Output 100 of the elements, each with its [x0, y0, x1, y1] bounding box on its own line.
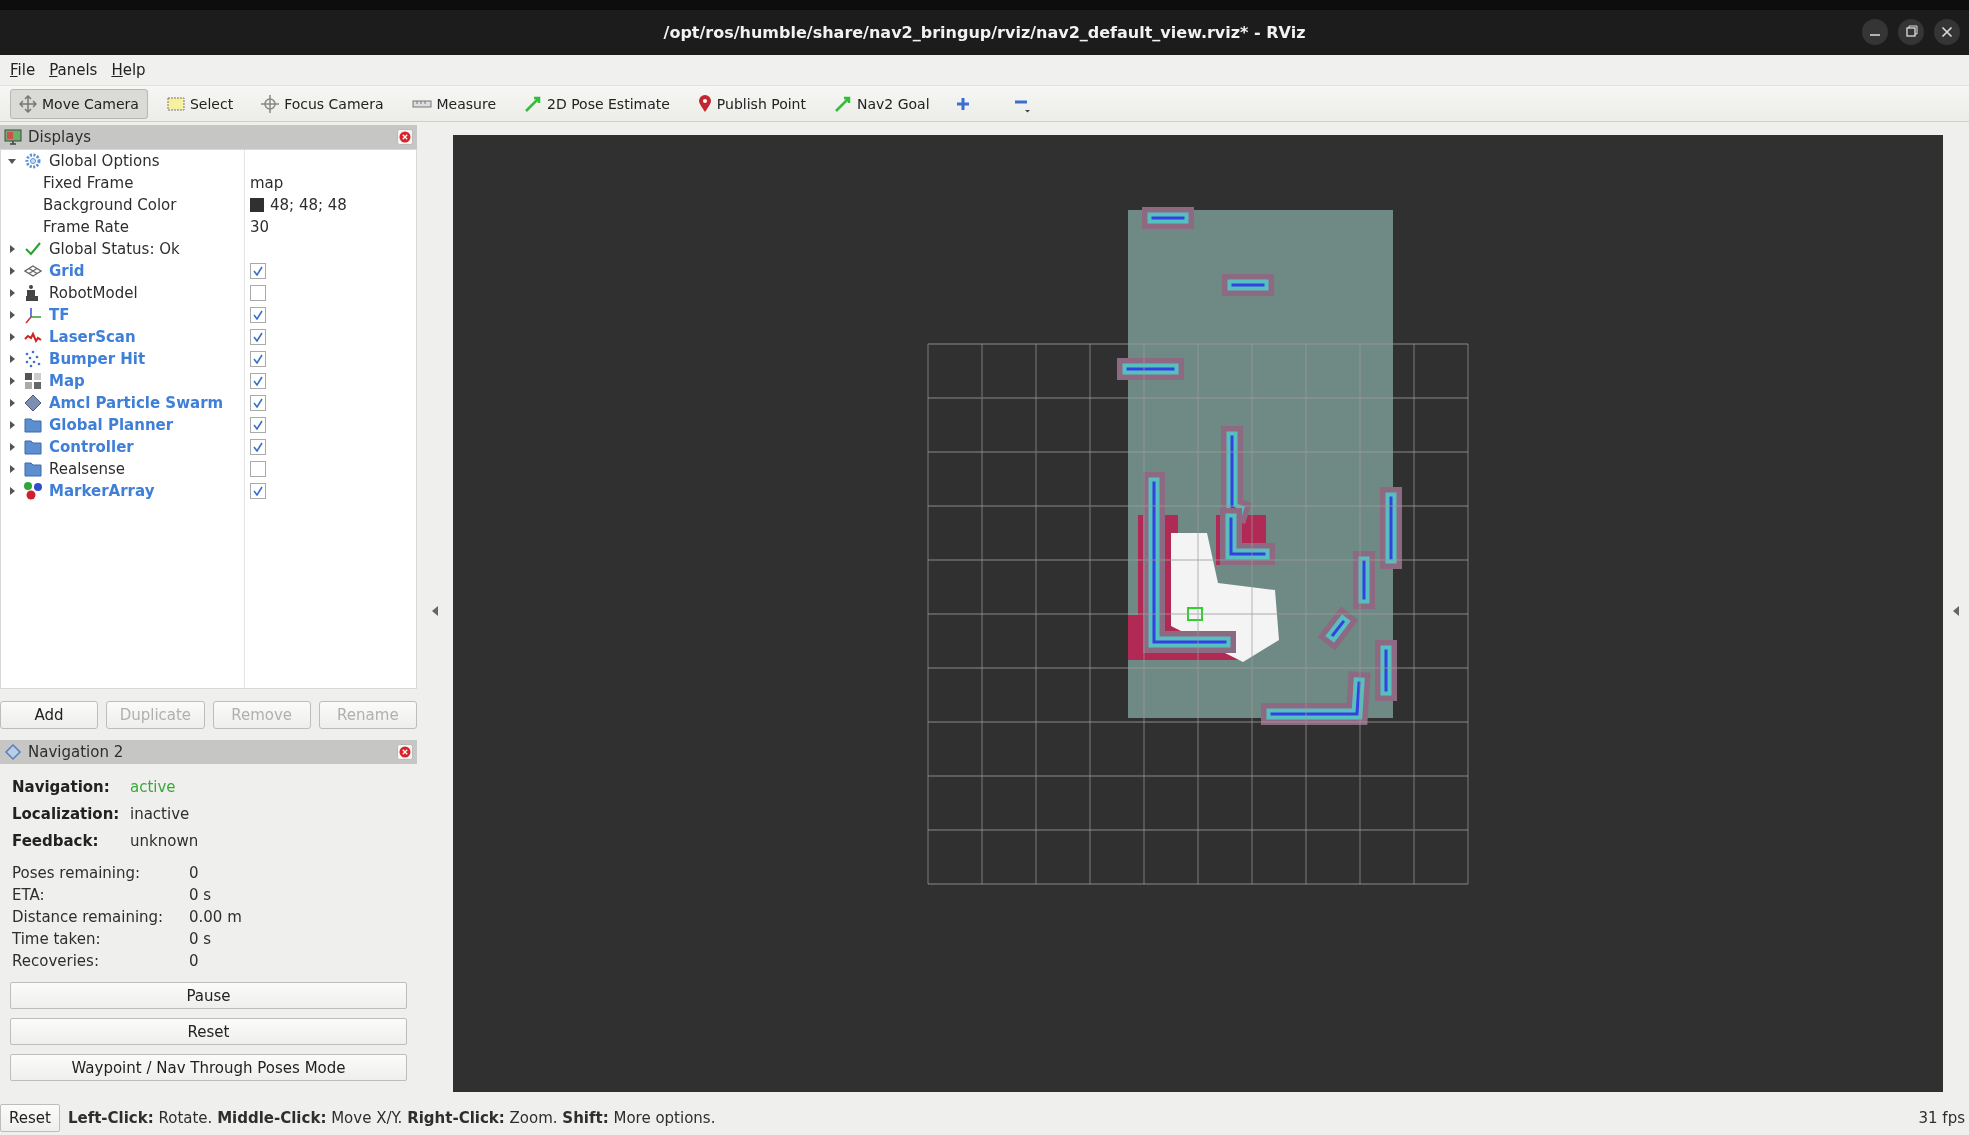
checkbox[interactable] — [250, 417, 266, 433]
expand-arrow-icon[interactable] — [7, 244, 17, 254]
maximize-button[interactable] — [1897, 18, 1925, 46]
menu-item[interactable]: Panels — [43, 58, 104, 82]
plus-icon — [955, 96, 970, 111]
expand-arrow-icon[interactable] — [7, 266, 17, 276]
checkbox[interactable] — [250, 263, 266, 279]
property-value[interactable]: map — [250, 174, 284, 192]
collapse-arrow-icon[interactable] — [1952, 605, 1960, 617]
stat-value: 0 — [189, 863, 200, 884]
status-value: inactive — [130, 805, 191, 823]
tool-button[interactable]: Publish Point — [688, 88, 815, 119]
mouse-hint: Left-Click: Rotate. Middle-Click: Move X/Y. Right-Click: Zoom. Shift: More options. — [67, 1108, 716, 1127]
close-icon[interactable] — [397, 129, 413, 145]
close-button[interactable] — [1933, 18, 1961, 46]
color-swatch[interactable] — [250, 198, 264, 212]
panel-button[interactable]: Add — [0, 701, 99, 729]
arrow-icon — [524, 94, 542, 113]
expand-arrow-icon[interactable] — [7, 442, 17, 452]
checkbox[interactable] — [250, 351, 266, 367]
diamond-icon — [24, 394, 42, 412]
tree-item[interactable]: Bumper Hit — [49, 350, 146, 368]
expand-arrow-icon[interactable] — [7, 464, 17, 474]
panel-title: Navigation 2 — [28, 743, 124, 761]
expand-arrow-icon[interactable] — [7, 398, 17, 408]
scan-line-icon — [24, 330, 42, 344]
crosshair-icon — [261, 94, 280, 113]
ruler-icon — [411, 98, 432, 109]
tree-item[interactable]: MarkerArray — [49, 482, 155, 500]
nav-button[interactable]: Pause — [10, 982, 407, 1009]
tree-item[interactable]: Global Status: Ok — [49, 240, 180, 258]
tree-item[interactable]: Global Options — [49, 152, 160, 170]
property-value[interactable]: 30 — [250, 218, 270, 236]
expand-arrow-icon[interactable] — [7, 486, 17, 496]
collapse-arrow-icon[interactable] — [431, 605, 439, 617]
checkbox[interactable] — [250, 373, 266, 389]
status-label: Localization: — [12, 805, 121, 823]
stat-label: Poses remaining: — [12, 863, 142, 884]
axes-icon — [24, 306, 42, 324]
status-label: Navigation: — [12, 778, 111, 796]
checkbox[interactable] — [250, 395, 266, 411]
folder-icon — [24, 439, 42, 455]
folder-icon — [24, 461, 42, 477]
tree-item[interactable]: Map — [49, 372, 85, 390]
stat-value: 0 — [189, 951, 200, 972]
property-name[interactable]: Background Color — [43, 196, 177, 214]
expand-arrow-icon[interactable] — [7, 310, 17, 320]
expand-arrow-icon[interactable] — [7, 156, 17, 166]
expand-arrow-icon[interactable] — [7, 288, 17, 298]
checkbox[interactable] — [250, 329, 266, 345]
selection-rectangle-icon — [166, 95, 185, 112]
diamond-icon — [4, 743, 22, 761]
fps-counter: 31 fps — [1918, 1108, 1965, 1127]
expand-arrow-icon[interactable] — [7, 420, 17, 430]
expand-arrow-icon[interactable] — [7, 354, 17, 364]
tree-item[interactable]: Controller — [49, 438, 134, 456]
expand-arrow-icon[interactable] — [7, 376, 17, 386]
tool-button[interactable]: Nav2 Goal — [825, 88, 939, 119]
stat-value: 0.00 m — [189, 907, 243, 928]
tool-button[interactable]: Focus Camera — [252, 88, 393, 119]
nav-button[interactable]: Waypoint / Nav Through Poses Mode — [10, 1054, 407, 1081]
tool-button[interactable]: Measure — [402, 88, 505, 119]
tree-item[interactable]: TF — [49, 306, 70, 324]
nav-button[interactable]: Reset — [10, 1018, 407, 1045]
tree-item[interactable]: LaserScan — [49, 328, 136, 346]
minimize-button[interactable] — [1861, 18, 1889, 46]
folder-icon — [24, 417, 42, 433]
point-cloud-icon — [24, 350, 42, 368]
property-name[interactable]: Frame Rate — [43, 218, 129, 236]
tool-button[interactable]: Move Camera — [10, 88, 148, 119]
tree-item[interactable]: Global Planner — [49, 416, 174, 434]
tree-item[interactable]: RobotModel — [49, 284, 138, 302]
checkbox[interactable] — [250, 461, 266, 477]
stat-label: Time taken: — [12, 929, 102, 950]
move-arrows-icon — [19, 94, 37, 113]
close-icon[interactable] — [397, 744, 413, 760]
checkbox[interactable] — [250, 285, 266, 301]
tree-item[interactable]: Amcl Particle Swarm — [49, 394, 224, 412]
panel-title: Displays — [28, 128, 92, 146]
3d-viewport[interactable] — [453, 135, 1943, 1092]
map-pin-icon — [697, 94, 712, 113]
menu-item[interactable]: Help — [105, 58, 152, 82]
expand-arrow-icon[interactable] — [7, 332, 17, 342]
checkbox[interactable] — [250, 439, 266, 455]
property-value[interactable]: 48; 48; 48 — [270, 196, 347, 214]
menu-item[interactable]: File — [4, 58, 42, 82]
tool-button[interactable]: Select — [157, 88, 243, 119]
tool-button[interactable]: 2D Pose Estimate — [515, 88, 679, 119]
property-name[interactable]: Fixed Frame — [43, 174, 134, 192]
tree-item[interactable]: Grid — [49, 262, 85, 280]
window-title: /opt/ros/humble/share/nav2_bringup/rviz/nav2_default_view.rviz* - RViz — [663, 23, 1306, 42]
stat-value: 0 s — [189, 885, 213, 906]
checkbox[interactable] — [250, 307, 266, 323]
checkbox[interactable] — [250, 483, 266, 499]
status-value: active — [130, 778, 177, 796]
grid-icon — [24, 265, 42, 277]
tree-item[interactable]: Realsense — [49, 460, 125, 478]
map-tiles-icon — [24, 372, 42, 390]
reset-button[interactable]: Reset — [0, 1103, 60, 1132]
check-icon — [25, 242, 41, 256]
